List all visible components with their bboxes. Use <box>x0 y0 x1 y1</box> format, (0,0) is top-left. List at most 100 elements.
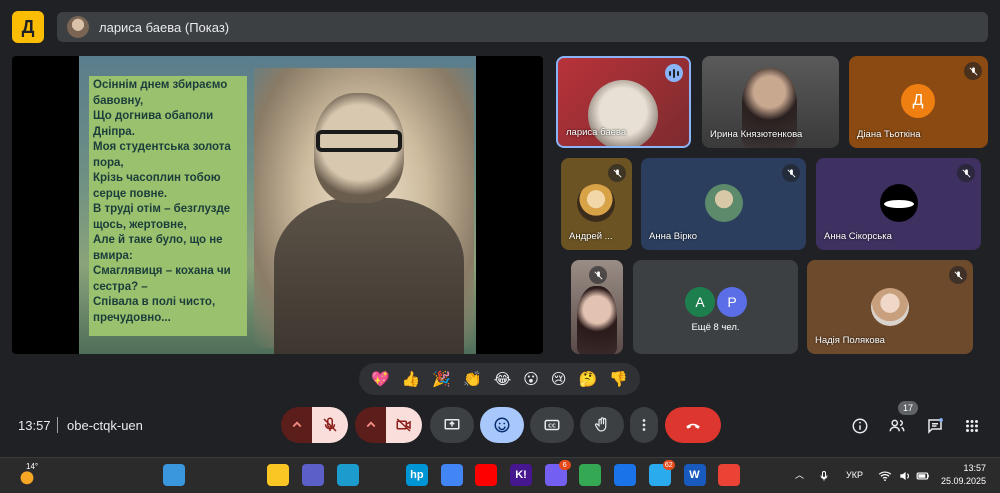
slide-photo <box>254 68 474 354</box>
tray-mic-icon[interactable] <box>818 469 830 483</box>
more-participants-tile[interactable]: А Р Ещё 8 чел. <box>633 260 798 354</box>
camera-options-button[interactable] <box>355 407 387 443</box>
taskbar-chrome-icon[interactable] <box>579 464 602 486</box>
info-button[interactable] <box>849 415 871 437</box>
chevron-up-icon <box>292 421 302 428</box>
reaction-clap[interactable]: 👏 <box>463 370 482 388</box>
taskbar-store-icon[interactable] <box>371 464 394 486</box>
reaction-party[interactable]: 🎉 <box>432 370 451 388</box>
system-time: 13:57 <box>963 463 986 473</box>
taskbar-windows-start-icon[interactable] <box>163 464 185 486</box>
reactions-button[interactable] <box>480 407 524 443</box>
battery-icon[interactable] <box>916 469 930 483</box>
taskbar-youtube-icon[interactable] <box>475 464 498 486</box>
leave-call-button[interactable] <box>665 407 721 443</box>
reaction-laugh[interactable]: 😂 <box>494 370 512 388</box>
mic-options-button[interactable] <box>281 407 313 443</box>
participant-tile-3[interactable]: Андрей ... <box>561 158 632 250</box>
participants-count-badge: 17 <box>898 401 918 415</box>
people-button[interactable] <box>886 415 908 437</box>
participant-avatar <box>880 184 918 222</box>
presenter-avatar <box>67 16 89 38</box>
reaction-thumbs-down[interactable]: 👎 <box>609 370 628 388</box>
slide: Осіннім днем збираємо бавовну, Що догнив… <box>79 56 476 354</box>
taskbar-teams-icon[interactable] <box>301 464 324 486</box>
raise-hand-button[interactable] <box>580 407 624 443</box>
more-avatar-a: А <box>685 287 715 317</box>
taskbar-chrome-check-icon[interactable] <box>440 464 463 486</box>
reaction-thinking[interactable]: 🤔 <box>579 370 598 388</box>
reaction-heart[interactable]: 💖 <box>371 370 390 388</box>
participant-tile-4[interactable]: Анна Вірко <box>641 158 806 250</box>
taskbar-app-glyph: W <box>689 469 700 481</box>
taskbar-hp-icon[interactable]: hp <box>405 464 428 486</box>
taskbar-badge: 62 <box>662 460 675 470</box>
reaction-sad[interactable]: 😢 <box>551 370 567 388</box>
camera-toggle-button[interactable] <box>386 407 422 443</box>
apps-grid-icon <box>966 420 978 432</box>
reaction-thumbs-up[interactable]: 👍 <box>402 370 421 388</box>
more-options-button[interactable] <box>630 407 658 443</box>
logo-glyph: Д <box>21 16 35 37</box>
footer-divider <box>57 417 58 433</box>
participant-tile-7[interactable]: Надія Полякова <box>807 260 973 354</box>
reactions-bar: 💖 👍 🎉 👏 😂 😮 😢 🤔 👎 <box>359 363 640 395</box>
chat-button[interactable] <box>924 415 946 437</box>
taskbar-viber-icon[interactable]: 6 <box>544 460 571 486</box>
mic-off-icon <box>782 164 800 182</box>
participant-video <box>577 286 617 354</box>
emoji-icon <box>494 417 510 433</box>
taskbar-chrome-profile-icon[interactable] <box>718 464 741 486</box>
mic-off-icon <box>323 417 337 432</box>
photo-glasses <box>316 130 402 152</box>
captions-button[interactable]: CC <box>530 407 574 443</box>
people-icon <box>889 419 905 432</box>
mic-off-icon <box>589 266 607 284</box>
participant-tile-6[interactable] <box>571 260 623 354</box>
participant-tile-2[interactable]: Д Діана Тьоткіна <box>849 56 988 148</box>
mic-off-icon <box>949 266 967 284</box>
tray-chevron-icon[interactable]: ︿ <box>795 468 804 481</box>
presentation-stage[interactable]: Осіннім днем збираємо бавовну, Що догнив… <box>12 56 543 354</box>
system-clock[interactable]: 13:57 25.09.2025 <box>941 462 986 488</box>
weather-temperature: 14° <box>26 462 39 471</box>
meeting-code: obe-ctqk-uen <box>67 418 143 433</box>
captions-icon: CC <box>544 419 560 431</box>
meet-window: Д лариса баева (Показ) Осіннім днем збир… <box>0 0 1000 493</box>
taskbar-file-explorer-icon[interactable] <box>267 464 290 486</box>
language-indicator[interactable]: УКР <box>846 470 863 480</box>
participant-avatar <box>871 288 909 326</box>
participant-tile-5[interactable]: Анна Сікорська <box>816 158 981 250</box>
avatar-initial: Р <box>727 294 737 310</box>
reaction-surprised[interactable]: 😮 <box>523 370 539 388</box>
volume-icon[interactable] <box>898 469 912 483</box>
wifi-icon[interactable] <box>878 469 892 483</box>
chat-icon <box>928 418 943 434</box>
participant-tile-0[interactable]: лариса баева <box>556 56 691 148</box>
participant-name: Ирина Князютенкова <box>710 129 803 140</box>
taskbar-app-glyph: K! <box>515 469 527 481</box>
taskbar-word-icon[interactable]: W <box>683 464 706 486</box>
taskbar-task-view-icon[interactable] <box>232 464 255 486</box>
svg-text:CC: CC <box>548 423 556 429</box>
mic-toggle-button[interactable] <box>312 407 348 443</box>
taskbar-edge-icon[interactable] <box>336 464 359 486</box>
more-avatar-r: Р <box>717 287 747 317</box>
taskbar-telegram-icon[interactable]: 62 <box>648 460 675 486</box>
avatar-initial: Д <box>912 92 924 109</box>
taskbar-search-icon[interactable] <box>197 464 220 486</box>
hand-icon <box>594 417 607 432</box>
presenter-bar[interactable]: лариса баева (Показ) <box>57 12 988 42</box>
app-logo-icon[interactable]: Д <box>12 11 44 43</box>
participant-name: Андрей ... <box>569 231 613 242</box>
participant-name: Надія Полякова <box>815 335 885 346</box>
participant-tile-1[interactable]: Ирина Князютенкова <box>702 56 839 148</box>
more-vert-icon <box>642 419 646 431</box>
participant-avatar <box>577 184 615 222</box>
present-screen-button[interactable] <box>430 407 474 443</box>
activities-button[interactable] <box>961 415 983 437</box>
taskbar-kahoot-icon[interactable]: K! <box>510 464 532 486</box>
participant-name: Анна Вірко <box>649 231 698 242</box>
participant-name: Діана Тьоткіна <box>857 129 921 140</box>
taskbar-globe-icon[interactable] <box>614 464 637 486</box>
